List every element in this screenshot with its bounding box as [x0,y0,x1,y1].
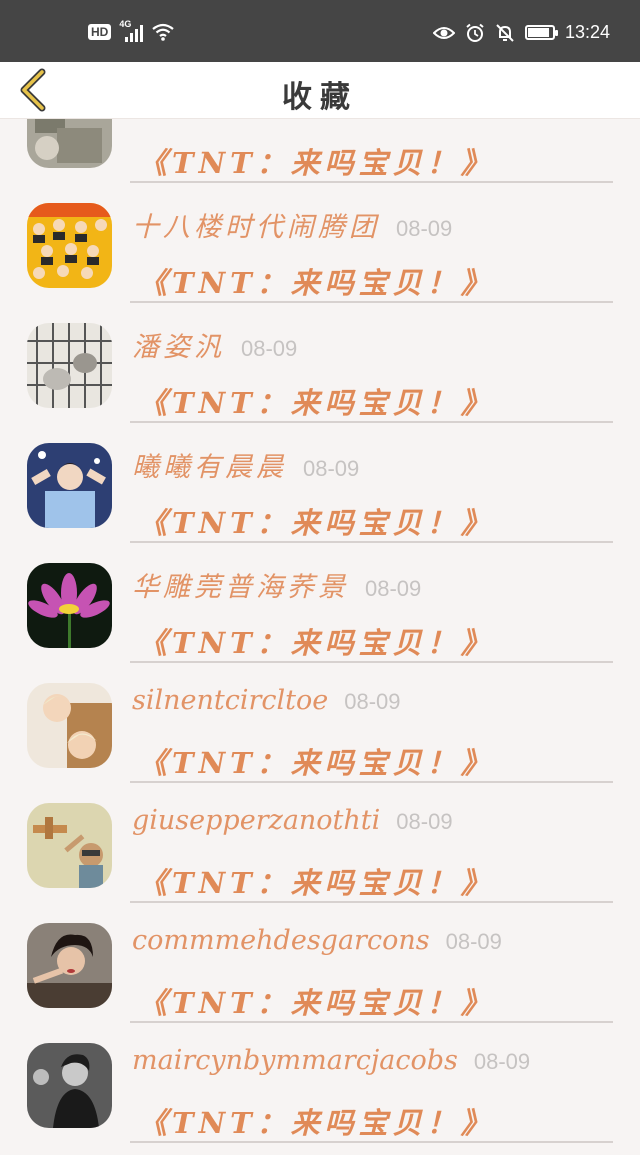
item-date: 08-09 [303,456,360,481]
avatar[interactable] [27,563,112,648]
list-item[interactable]: 十八楼时代闹腾团 08-09 《TNT：来吗宝贝！》 [0,180,640,303]
list-item[interactable]: maircynbymmarcjacobs 08-09 《TNT：来吗宝贝！》 [0,1020,640,1143]
item-date: 08-09 [396,809,453,834]
item-date: 08-09 [396,216,453,241]
collected-title[interactable]: 《TNT：来吗宝贝！》 [138,380,495,422]
list-item[interactable]: 曦曦有晨晨 08-09 《TNT：来吗宝贝！》 [0,420,640,543]
item-name[interactable]: giusepperzanothti 08-09 [132,805,453,836]
avatar[interactable] [27,203,112,288]
collected-title[interactable]: 《TNT：来吗宝贝！》 [138,980,495,1022]
collected-title[interactable]: 《TNT：来吗宝贝！》 [138,260,495,302]
favorites-list: 《TNT：来吗宝贝！》 十八楼时代闹腾团 08-09 《TNT：来吗宝贝！》 潘姿… [0,0,640,1155]
page-title: 收藏 [282,80,358,115]
item-name[interactable]: 华雕莞普海荞景 08-09 [132,565,421,604]
battery-icon [524,25,558,40]
collected-title[interactable]: 《TNT：来吗宝贝！》 [138,140,495,182]
hd-badge: HD [88,24,112,40]
collected-title[interactable]: 《TNT：来吗宝贝！》 [138,860,495,902]
item-date: 08-09 [445,929,502,954]
top-bar: 收藏 [0,62,640,119]
clock: 13:24 [564,22,610,42]
item-name[interactable]: maircynbymmarcjacobs 08-09 [132,1045,530,1076]
list-item[interactable]: 华雕莞普海荞景 08-09 《TNT：来吗宝贝！》 [0,540,640,663]
status-bar: HD 4G 13:24 [0,0,640,62]
collected-title[interactable]: 《TNT：来吗宝贝！》 [138,620,495,662]
avatar[interactable] [27,1043,112,1128]
item-date: 08-09 [241,336,298,361]
item-date: 08-09 [473,1049,531,1074]
eye-comfort-icon [432,26,455,39]
list-item[interactable]: 潘姿汎 08-09 《TNT：来吗宝贝！》 [0,300,640,423]
list-item[interactable]: giusepperzanothti 08-09 《TNT：来吗宝贝！》 [0,780,640,903]
avatar[interactable] [27,683,112,768]
list-item[interactable]: silnentcircltoe 08-09 《TNT：来吗宝贝！》 [0,660,640,783]
avatar[interactable] [27,923,112,1008]
avatar[interactable] [27,323,112,408]
item-date: 08-09 [344,689,401,714]
alarm-icon [466,23,484,42]
collected-title[interactable]: 《TNT：来吗宝贝！》 [138,1100,495,1142]
item-name[interactable]: commmehdesgarcons 08-09 [132,925,502,956]
item-name[interactable]: silnentcircltoe 08-09 [132,685,401,716]
avatar[interactable] [27,803,112,888]
divider [130,1141,613,1143]
avatar[interactable] [27,443,112,528]
list-item[interactable]: commmehdesgarcons 08-09 《TNT：来吗宝贝！》 [0,900,640,1023]
collected-title[interactable]: 《TNT：来吗宝贝！》 [138,500,495,542]
collected-title[interactable]: 《TNT：来吗宝贝！》 [138,740,495,782]
wifi-icon [152,23,175,41]
item-date: 08-09 [365,576,422,601]
item-name[interactable]: 十八楼时代闹腾团 08-09 [132,205,452,244]
notifications-muted-icon [496,23,514,42]
item-name[interactable]: 曦曦有晨晨 08-09 [132,445,359,484]
cellular-signal-icon: 4G [119,19,144,42]
item-name[interactable]: 潘姿汎 08-09 [132,325,297,364]
